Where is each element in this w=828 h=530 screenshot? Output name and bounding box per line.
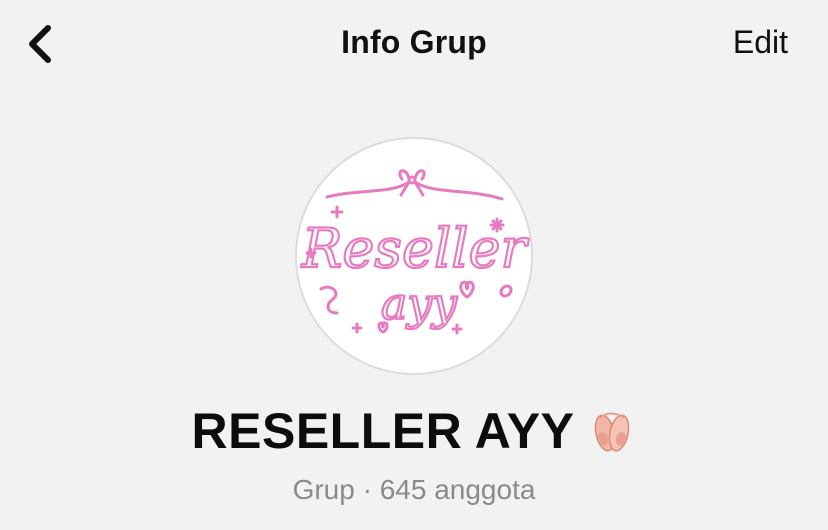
- edit-button[interactable]: Edit: [733, 24, 788, 61]
- logo-text-line1: Reseller: [301, 217, 530, 280]
- group-name: RESELLER AYY: [191, 403, 575, 459]
- reseller-ayy-logo: Reseller ayy: [300, 169, 531, 335]
- group-name-row: RESELLER AYY: [0, 402, 828, 460]
- group-info-screen: Info Grup Edit Reseller ayy RESELLER AYY…: [0, 0, 828, 530]
- navigation-bar: Info Grup Edit: [0, 0, 828, 90]
- group-subtitle: Grup · 645 anggota: [292, 474, 536, 505]
- ballet-shoes-icon: [595, 412, 630, 452]
- logo-text-line2: ayy: [381, 279, 458, 330]
- page-title: Info Grup: [341, 24, 487, 60]
- group-avatar[interactable]: Reseller ayy: [295, 137, 533, 375]
